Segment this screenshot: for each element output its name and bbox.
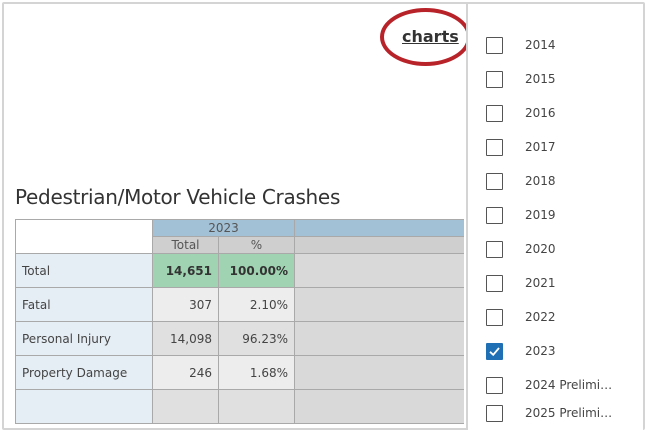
- year-option[interactable]: 2016: [486, 101, 556, 125]
- year-option-label: 2014: [525, 38, 556, 52]
- checkbox[interactable]: [486, 342, 503, 360]
- cell-percent: 96.23%: [217, 321, 296, 356]
- cell-percent: 2.10%: [217, 287, 296, 322]
- column-header-percent[interactable]: %: [217, 236, 296, 254]
- checkbox[interactable]: [486, 308, 503, 326]
- row-label: Property Damage: [15, 355, 153, 390]
- year-option-label: 2023: [525, 344, 556, 358]
- year-option[interactable]: 2014: [486, 33, 556, 57]
- row-filler: [294, 321, 464, 356]
- row-label: Total: [15, 253, 153, 288]
- table-row-fatal: Fatal 307 2.10%: [15, 287, 464, 322]
- checkmark-icon: [489, 346, 500, 356]
- cell-percent: 1.68%: [217, 355, 296, 390]
- crash-table-container: 2023 Total % Total 14,651 100.00% Fatal …: [15, 219, 464, 432]
- cell-total: 14,098: [152, 321, 219, 356]
- year-option[interactable]: 2019: [486, 203, 556, 227]
- table-row-empty: [15, 389, 464, 424]
- cell-total: 246: [152, 355, 219, 390]
- year-option[interactable]: 2020: [486, 237, 556, 261]
- year-option-label: 2018: [525, 174, 556, 188]
- year-option[interactable]: 2021: [486, 271, 556, 295]
- cell-percent: 100.00%: [217, 253, 296, 288]
- year-option[interactable]: 2022: [486, 305, 556, 329]
- cell-empty: [217, 389, 296, 424]
- row-filler: [294, 253, 464, 288]
- crash-table: 2023 Total % Total 14,651 100.00% Fatal …: [15, 219, 464, 424]
- row-filler: [294, 389, 464, 424]
- year-option-label: 2024 Prelimi…: [525, 378, 613, 392]
- year-option-label: 2015: [525, 72, 556, 86]
- year-option-label: 2021: [525, 276, 556, 290]
- year-option-label: 2022: [525, 310, 556, 324]
- table-row-total: Total 14,651 100.00%: [15, 253, 464, 288]
- charts-link[interactable]: charts: [402, 27, 459, 46]
- checkbox[interactable]: [486, 104, 503, 122]
- year-option-label: 2025 Prelimi…: [525, 406, 613, 420]
- year-option[interactable]: 2017: [486, 135, 556, 159]
- checkbox[interactable]: [486, 138, 503, 156]
- year-option[interactable]: 2024 Prelimi…: [486, 373, 612, 397]
- year-option[interactable]: 2025 Prelimi…: [486, 401, 612, 425]
- year-header[interactable]: 2023: [151, 219, 296, 237]
- checkbox[interactable]: [486, 70, 503, 88]
- year-header-filler: [294, 219, 464, 237]
- checkbox[interactable]: [486, 274, 503, 292]
- column-header-filler: [294, 236, 464, 254]
- row-label-empty: [15, 389, 153, 424]
- cell-total: 307: [152, 287, 219, 322]
- year-filter-panel: 2014 2015 2016 2017 2018 2019 2020 2021 …: [466, 4, 643, 430]
- checkbox[interactable]: [486, 172, 503, 190]
- year-option[interactable]: 2018: [486, 169, 556, 193]
- table-row-personal-injury: Personal Injury 14,098 96.23%: [15, 321, 464, 356]
- row-label: Fatal: [15, 287, 153, 322]
- table-row-property-damage: Property Damage 246 1.68%: [15, 355, 464, 390]
- row-label: Personal Injury: [15, 321, 153, 356]
- checkbox[interactable]: [486, 240, 503, 258]
- table-corner: [15, 219, 153, 254]
- row-filler: [294, 287, 464, 322]
- report-title: Pedestrian/Motor Vehicle Crashes: [15, 185, 341, 209]
- year-option-label: 2020: [525, 242, 556, 256]
- checkbox[interactable]: [486, 206, 503, 224]
- column-header-total[interactable]: Total: [152, 236, 219, 254]
- table-year-header-row: 2023: [15, 219, 464, 254]
- year-option-label: 2019: [525, 208, 556, 222]
- row-filler: [294, 355, 464, 390]
- year-option[interactable]: 2023: [486, 339, 556, 363]
- year-option-label: 2016: [525, 106, 556, 120]
- cell-empty: [152, 389, 219, 424]
- cell-total: 14,651: [152, 253, 219, 288]
- checkbox[interactable]: [486, 404, 503, 422]
- checkbox[interactable]: [486, 36, 503, 54]
- checkbox[interactable]: [486, 376, 503, 394]
- year-option[interactable]: 2015: [486, 67, 556, 91]
- year-option-label: 2017: [525, 140, 556, 154]
